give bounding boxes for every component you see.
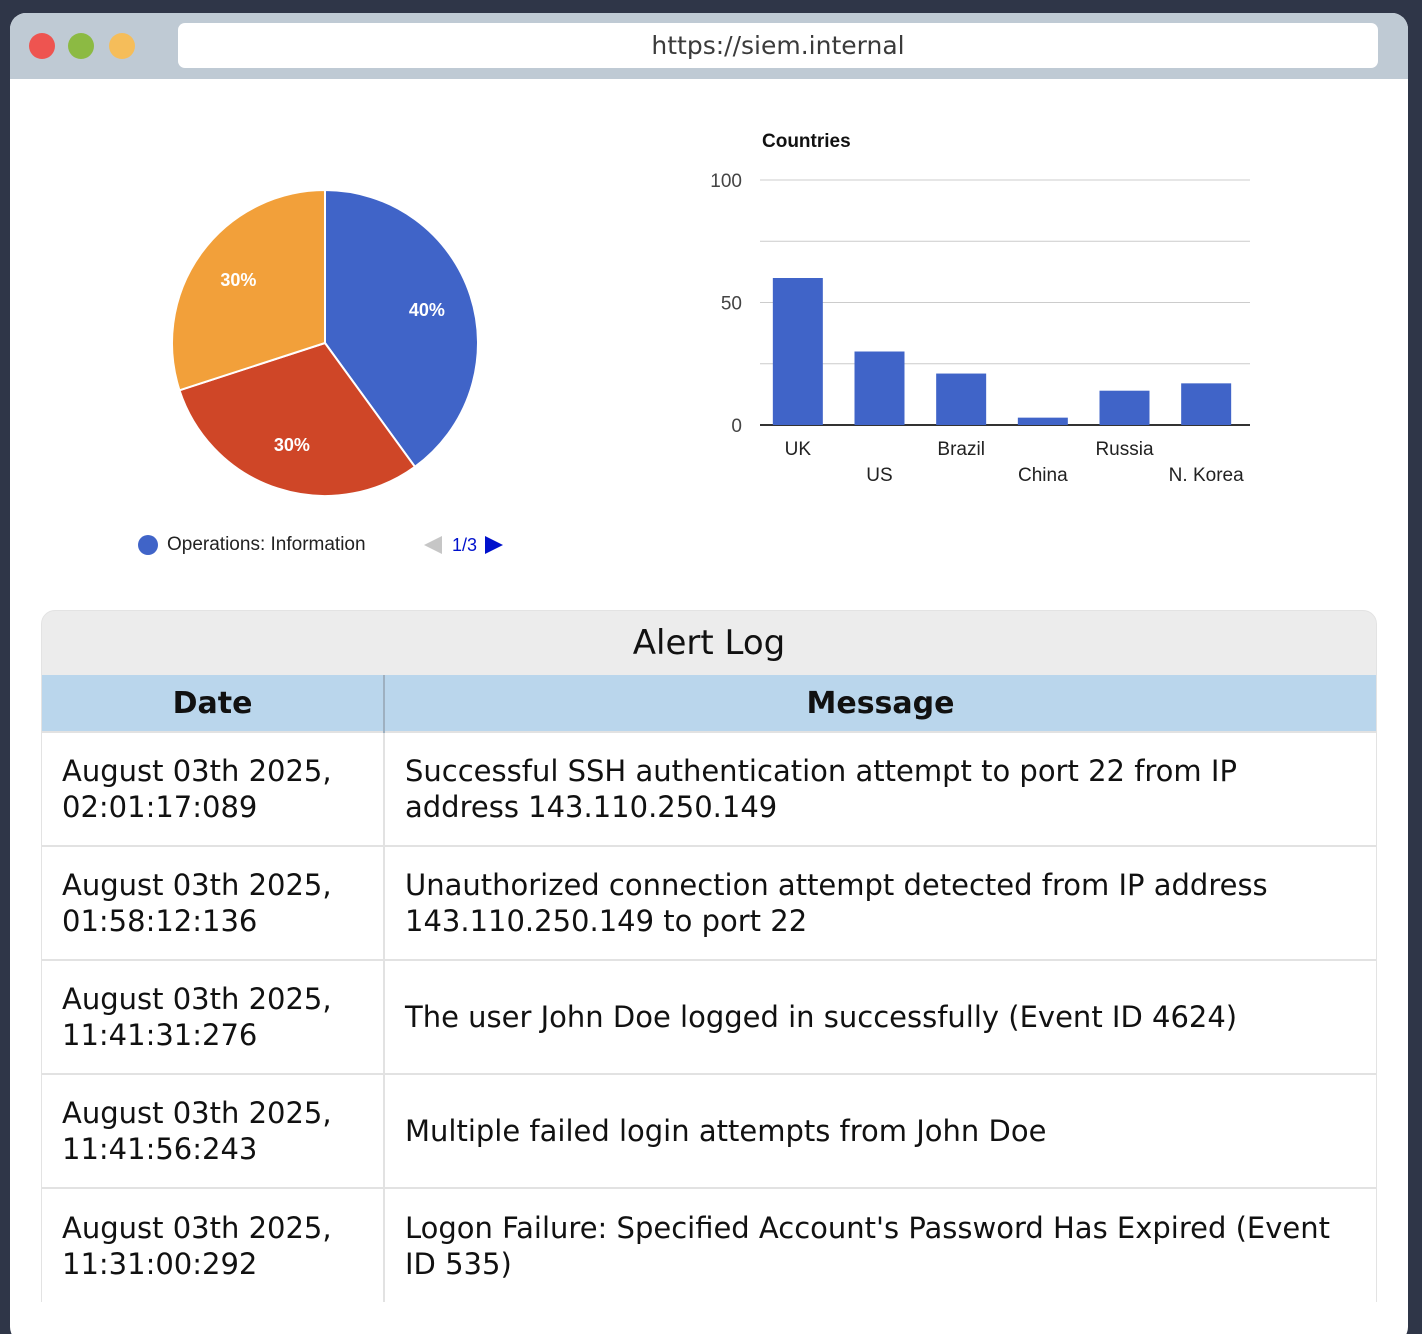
pie-slice-label: 40% [409, 300, 445, 320]
address-bar[interactable]: https://siem.internal [178, 23, 1378, 68]
x-tick-label: N. Korea [1169, 465, 1244, 486]
row-message: Logon Failure: Specified Account's Passw… [384, 1187, 1376, 1302]
row-date: August 03th 2025, 11:41:31:276 [42, 959, 385, 1074]
chart-title: Countries [762, 131, 851, 152]
pie-chart: 40% 30% 30% [170, 188, 480, 498]
row-message: Unauthorized connection attempt detected… [384, 845, 1376, 960]
bar[interactable] [854, 351, 905, 426]
legend-label: Operations: Information [167, 534, 366, 555]
table-row[interactable]: August 03th 2025, 01:58:12:136 Unauthori… [42, 845, 1376, 960]
minimize-window-button[interactable] [109, 33, 135, 59]
table-row[interactable]: August 03th 2025, 11:41:56:243 Multiple … [42, 1073, 1376, 1188]
bar-chart-svg: Countries 0 50 100 UK US Brazil China Russia N. K… [710, 131, 1250, 486]
y-tick-label: 0 [731, 416, 742, 437]
close-window-button[interactable] [29, 33, 55, 59]
x-tick-label: UK [785, 439, 812, 460]
message-column-header[interactable]: Message [384, 675, 1376, 732]
x-tick-label: Russia [1095, 439, 1154, 460]
row-message: The user John Doe logged in successfully… [384, 959, 1376, 1074]
table-row[interactable]: August 03th 2025, 11:41:31:276 The user … [42, 959, 1376, 1074]
pie-slice-label: 30% [220, 270, 256, 290]
browser-window: https://siem.internal 40% 30% 30% Operatio… [10, 13, 1408, 1334]
table-row[interactable]: August 03th 2025, 11:31:00:292 Logon Fai… [42, 1187, 1376, 1302]
x-tick-label: Brazil [937, 439, 985, 460]
alert-log-panel: Alert Log Date Message August 03th 2025,… [41, 610, 1377, 1302]
row-date: August 03th 2025, 02:01:17:089 [42, 731, 385, 846]
pager-text: 1/3 [452, 534, 478, 555]
countries-bar-chart: Countries 0 50 100 UK US Brazil China Russia N. K… [680, 113, 1260, 493]
date-column-header[interactable]: Date [42, 675, 385, 732]
bar[interactable] [1017, 417, 1068, 425]
row-date: August 03th 2025, 11:31:00:292 [42, 1187, 385, 1302]
legend-pager: 1/3 [424, 532, 504, 558]
bar[interactable] [1099, 390, 1150, 425]
table-header-row: Date Message [42, 675, 1376, 732]
url-text: https://siem.internal [651, 31, 905, 60]
x-tick-label: China [1018, 465, 1068, 486]
legend-swatch [138, 535, 158, 555]
pie-slice-label: 30% [274, 435, 310, 455]
title-bar: https://siem.internal [10, 13, 1408, 79]
bar[interactable] [1181, 383, 1232, 425]
previous-page-icon[interactable] [424, 536, 442, 554]
row-date: August 03th 2025, 01:58:12:136 [42, 845, 385, 960]
y-tick-label: 50 [721, 294, 742, 315]
alert-log-title: Alert Log [632, 623, 786, 663]
next-page-icon[interactable] [485, 536, 504, 554]
x-tick-label: US [866, 465, 892, 486]
bar[interactable] [772, 278, 823, 425]
pie-chart-svg: 40% 30% 30% [171, 188, 479, 497]
y-tick-label: 100 [710, 171, 742, 192]
row-date: August 03th 2025, 11:41:56:243 [42, 1073, 385, 1188]
pie-legend: Operations: Information [138, 532, 366, 558]
bar[interactable] [936, 373, 987, 425]
table-row[interactable]: August 03th 2025, 02:01:17:089 Successfu… [42, 731, 1376, 846]
maximize-window-button[interactable] [68, 33, 94, 59]
row-message: Multiple failed login attempts from John… [384, 1073, 1376, 1188]
row-message: Successful SSH authentication attempt to… [384, 731, 1376, 846]
alert-log-table: Date Message August 03th 2025, 02:01:17:… [42, 675, 1376, 1302]
